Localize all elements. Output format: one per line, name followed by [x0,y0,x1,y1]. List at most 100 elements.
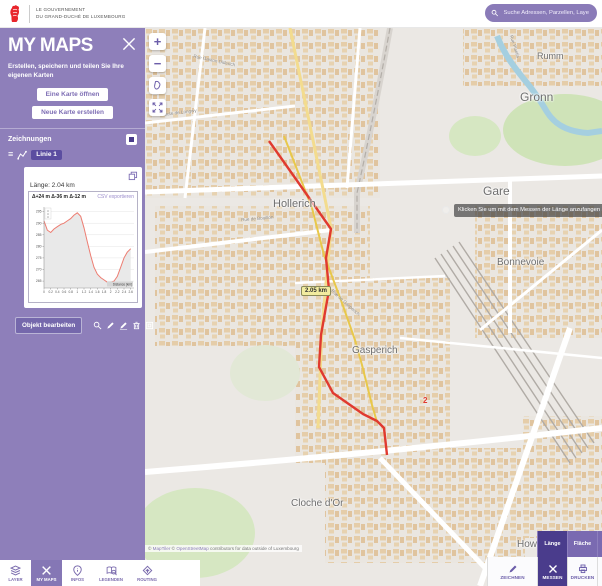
nav-routing[interactable]: ROUTING [129,560,165,586]
luxembourg-outline-icon [152,80,163,91]
basemap [145,28,602,586]
svg-text:0.4: 0.4 [55,290,60,294]
zoom-in-button[interactable]: + [149,33,166,50]
elevation-stats: Δ+24 m Δ-36 m Δ-12 m [32,194,86,200]
logo-divider [29,5,30,23]
feature-length: Länge: 2.04 km [30,182,138,189]
object-edit-row: Objekt bearbeiten [0,313,145,334]
printer-icon [578,564,588,574]
svg-text:1.8: 1.8 [102,290,107,294]
place-label-gasperich: Gasperich [352,345,398,356]
panel-close-button[interactable] [121,36,137,52]
zoom-to-object-icon[interactable] [93,321,102,330]
lion-logo-icon [7,4,23,24]
drucken-label: DRUCKEN [571,575,595,580]
svg-text:0: 0 [43,290,45,294]
feature-info-card: Länge: 2.04 km Δ+24 m Δ-36 m Δ-12 m CSV … [24,167,142,308]
pencil-icon [508,564,518,574]
teilen-button[interactable]: TEILEN [597,557,602,586]
svg-text:280: 280 [36,244,42,248]
svg-text:290: 290 [36,221,42,225]
logo-line2: DU GRAND-DUCHÉ DE LUXEMBOURG [36,14,126,21]
svg-text:295: 295 [36,209,42,213]
edit-object-button[interactable]: Objekt bearbeiten [15,317,82,334]
nav-infos[interactable]: INFOS [62,560,93,586]
messen-label: MESSEN [542,575,562,580]
legend-book-icon [106,565,117,576]
map-action-bar: ZEICHNEN MESSEN DRUCKEN TEILEN [487,557,602,586]
attribution-maptiler-link[interactable]: MapTiler [153,546,171,551]
measure-tooltip: Klicken Sie um mit dem Messen der Länge … [454,204,602,217]
nav-mymaps[interactable]: MY MAPS [31,560,62,586]
place-label-gronn: Gronn [520,90,553,104]
svg-text:2.4: 2.4 [122,290,127,294]
logo-text: LE GOUVERNEMENT DU GRAND-DUCHÉ DE LUXEMB… [36,7,126,21]
svg-text:0.8: 0.8 [68,290,73,294]
mymaps-panel: MY MAPS Erstellen, speichern und teilen … [0,28,145,560]
nav-layer[interactable]: LAYER [0,560,31,586]
place-label-cloche-dor: Cloche d'Or [291,498,344,509]
collapse-section-button[interactable] [126,134,137,145]
fullscreen-button[interactable] [149,99,166,116]
new-map-button[interactable]: Neue Karte erstellen [32,106,113,119]
nav-layer-label: LAYER [8,577,22,582]
app-root: { "header": { "logo_line1": "LE GOUVERNE… [0,0,602,586]
info-pin-icon [72,565,83,576]
svg-text:2: 2 [110,290,112,294]
place-label-bonnevoie: Bonnevoie [497,257,544,268]
zoom-out-button[interactable]: − [149,55,166,72]
open-map-button[interactable]: Eine Karte öffnen [37,88,109,101]
nav-legenden[interactable]: LEGENDEN [93,560,129,586]
attribution-osm-link[interactable]: OpenStreetMap [176,546,208,551]
svg-text:0.2: 0.2 [48,290,53,294]
map-canvas[interactable]: Hollerich Gare Bonnevoie Gasperich Cloch… [145,28,602,586]
global-search [485,4,597,22]
edit-style-icon[interactable] [119,321,128,330]
drawing-layer-row: ≡ Linie 1 [0,147,145,164]
svg-text:1.2: 1.2 [82,290,87,294]
copy-to-map-icon[interactable] [128,171,138,181]
svg-text:285: 285 [36,233,42,237]
panel-subtitle: Erstellen, speichern und teilen Sie Ihre… [0,61,145,83]
drag-handle-icon[interactable]: ≡ [8,150,13,159]
svg-text:265: 265 [36,279,42,283]
svg-text:270: 270 [36,267,42,271]
tab-azimut[interactable]: Azimut [597,531,602,557]
logo-line1: LE GOUVERNEMENT [36,7,126,14]
nav-infos-label: INFOS [71,577,84,582]
place-label-hollerich: Hollerich [273,198,316,210]
svg-text:1.4: 1.4 [88,290,93,294]
tab-laenge[interactable]: Länge [537,531,567,557]
top-header: LE GOUVERNEMENT DU GRAND-DUCHÉ DE LUXEMB… [0,0,602,28]
full-extent-button[interactable] [149,77,166,94]
nav-routing-label: ROUTING [137,577,157,582]
collapse-icon [129,137,134,142]
messen-button[interactable]: MESSEN [537,557,567,586]
polyline-icon [17,150,27,160]
elevation-profile-chart: 26527027528028529029500.20.40.60.811.21.… [31,201,137,300]
csv-export-link[interactable]: CSV exportieren [97,194,134,200]
search-input[interactable] [502,9,591,17]
svg-text:0.6: 0.6 [62,290,67,294]
layers-icon [10,565,21,576]
map-controls: + − [149,33,166,116]
close-x-icon [548,564,558,574]
bottom-nav: LAYER MY MAPS INFOS LEGENDEN ROUTING [0,560,200,586]
panel-title: MY MAPS [8,35,137,57]
routing-arrow-icon [142,565,153,576]
svg-text:1.6: 1.6 [95,290,100,294]
delete-object-icon[interactable] [132,321,141,330]
tab-flaeche[interactable]: Fläche [567,531,597,557]
zeichnen-button[interactable]: ZEICHNEN [487,557,537,586]
measure-tabs: Länge Fläche Azimut [537,531,602,557]
export-object-icon[interactable] [145,321,154,330]
drawings-section-title: Zeichnungen [8,136,52,143]
measure-length-chip: 2.05 km [301,286,331,296]
zeichnen-label: ZEICHNEN [500,575,524,580]
drucken-button[interactable]: DRUCKEN [567,557,597,586]
nav-legenden-label: LEGENDEN [99,577,123,582]
edit-geometry-icon[interactable] [106,321,115,330]
drawing-layer-name[interactable]: Linie 1 [31,150,62,160]
place-label-gare: Gare [483,184,510,198]
attribution-text: contributors for data outside of Luxembo… [209,546,299,551]
